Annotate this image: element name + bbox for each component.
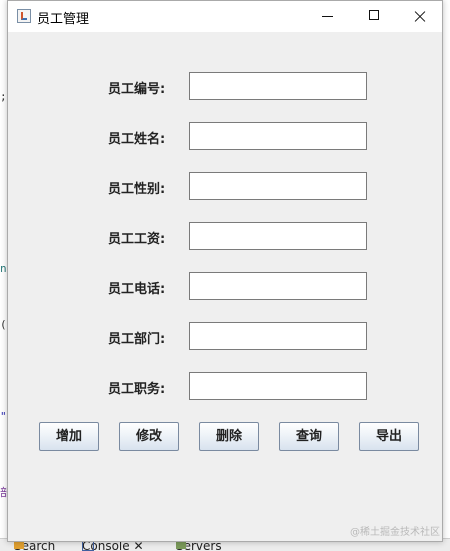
employee-salary-label: 员工工资: <box>108 232 166 247</box>
employee-name-input[interactable] <box>189 122 367 150</box>
code-fragment: " <box>0 410 7 423</box>
code-fragment: ; <box>0 90 7 103</box>
employee-department-label: 员工部门: <box>108 332 166 347</box>
employee-department-input[interactable] <box>189 322 367 350</box>
form-row-employee-gender: 员工性别: <box>8 172 442 202</box>
employee-position-label: 员工职务: <box>108 382 166 397</box>
employee-gender-label: 员工性别: <box>108 182 166 197</box>
employee-management-window: 员工管理 员工编号: 员工姓名: 员工性别: 员工工资: 员工电话: 员工部门: <box>7 0 443 542</box>
employee-id-label: 员工编号: <box>108 82 166 97</box>
form-row-employee-name: 员工姓名: <box>8 122 442 152</box>
add-button[interactable]: 增加 <box>39 422 99 451</box>
employee-salary-input[interactable] <box>189 222 367 250</box>
employee-name-label: 员工姓名: <box>108 132 166 147</box>
form-row-employee-salary: 员工工资: <box>8 222 442 252</box>
export-button[interactable]: 导出 <box>359 422 419 451</box>
java-app-icon <box>17 9 31 23</box>
form-panel: 员工编号: 员工姓名: 员工性别: 员工工资: 员工电话: 员工部门: 员工职务… <box>8 32 442 541</box>
query-button[interactable]: 查询 <box>279 422 339 451</box>
employee-position-input[interactable] <box>189 372 367 400</box>
employee-id-input[interactable] <box>189 72 367 100</box>
employee-phone-input[interactable] <box>189 272 367 300</box>
form-row-employee-phone: 员工电话: <box>8 272 442 302</box>
edit-button[interactable]: 修改 <box>119 422 179 451</box>
code-fragment: ( <box>0 318 7 331</box>
code-fragment: n <box>0 262 7 275</box>
minimize-button[interactable] <box>305 1 351 32</box>
title-bar[interactable]: 员工管理 <box>8 1 442 32</box>
watermark: @稀土掘金技术社区 <box>350 527 440 538</box>
maximize-button[interactable] <box>351 1 397 32</box>
form-row-employee-id: 员工编号: <box>8 72 442 102</box>
employee-phone-label: 员工电话: <box>108 282 166 297</box>
delete-button[interactable]: 删除 <box>199 422 259 451</box>
form-row-employee-position: 员工职务: <box>8 372 442 402</box>
form-row-employee-department: 员工部门: <box>8 322 442 352</box>
employee-gender-input[interactable] <box>189 172 367 200</box>
window-title: 员工管理 <box>37 12 90 27</box>
close-button[interactable] <box>397 1 443 32</box>
